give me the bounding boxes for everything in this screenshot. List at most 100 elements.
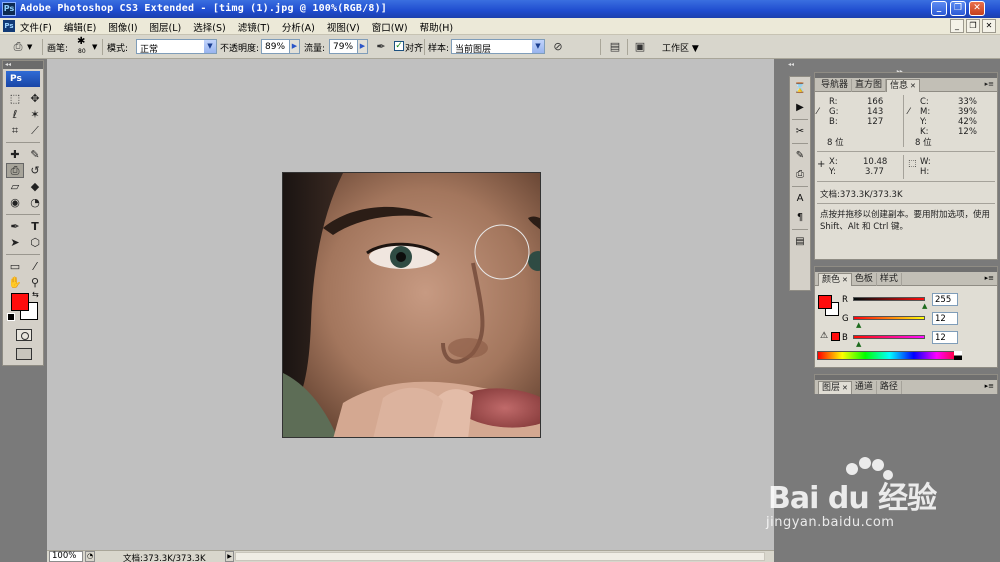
status-menu-icon[interactable]: ◔: [85, 551, 95, 562]
aligned-checkbox[interactable]: ✓: [394, 41, 404, 51]
foreground-color-swatch[interactable]: [11, 293, 29, 311]
restore-button[interactable]: ❐: [950, 1, 966, 16]
mode-dropdown-arrow-icon[interactable]: ▼: [204, 40, 216, 53]
red-slider[interactable]: [853, 297, 925, 301]
layer-comps-panel-icon[interactable]: ▤: [792, 235, 808, 249]
flow-input[interactable]: 79%: [329, 39, 358, 54]
pen-tool-icon[interactable]: ✒: [6, 219, 24, 234]
red-slider-thumb[interactable]: ▲: [922, 302, 927, 310]
bridge-icon[interactable]: ▣: [632, 39, 648, 55]
tab-styles[interactable]: 样式: [877, 273, 902, 286]
menu-image[interactable]: 图像(I): [108, 20, 137, 34]
menu-file[interactable]: 文件(F): [20, 20, 52, 34]
swap-colors-icon[interactable]: ⇆: [32, 290, 39, 299]
lasso-tool-icon[interactable]: ℓ: [6, 107, 24, 122]
tab-channels[interactable]: 通道: [852, 381, 877, 394]
history-brush-tool-icon[interactable]: ↺: [26, 163, 44, 178]
hand-tool-icon[interactable]: ✋: [6, 275, 24, 290]
dock-grip[interactable]: ◂◂ ▸▸: [788, 61, 903, 75]
tab-close-icon[interactable]: ✕: [842, 384, 848, 392]
eyedropper-tool-icon[interactable]: ⁄: [26, 259, 44, 274]
eyedropper-cmyk-icon[interactable]: ⁄: [908, 107, 910, 117]
slice-tool-icon[interactable]: ⟋: [26, 123, 44, 138]
menu-window[interactable]: 窗口(W): [372, 20, 408, 34]
tab-swatches[interactable]: 色板: [852, 273, 877, 286]
move-tool-icon[interactable]: ✥: [26, 91, 44, 106]
document-image[interactable]: [282, 172, 541, 438]
zoom-tool-icon[interactable]: ⚲: [26, 275, 44, 290]
eraser-tool-icon[interactable]: ▱: [6, 179, 24, 194]
clone-stamp-preset-icon[interactable]: ⎙: [10, 39, 26, 55]
magic-wand-tool-icon[interactable]: ✶: [26, 107, 44, 122]
blue-input[interactable]: 12: [932, 331, 958, 344]
horizontal-scrollbar[interactable]: [235, 552, 765, 561]
brush-picker-arrow-icon[interactable]: ▼: [92, 43, 97, 51]
screen-mode-icon[interactable]: [16, 348, 32, 360]
tab-histogram[interactable]: 直方图: [852, 79, 887, 92]
doc-close-button[interactable]: ✕: [982, 19, 996, 33]
character-panel-icon[interactable]: A: [792, 192, 808, 206]
blue-slider-thumb[interactable]: ▲: [856, 340, 861, 348]
shape-tool-icon[interactable]: ⬡: [26, 235, 44, 250]
blue-slider[interactable]: [853, 335, 925, 339]
panel-menu-icon[interactable]: ▸≡: [985, 274, 994, 282]
quick-mask-icon[interactable]: [16, 329, 32, 341]
minimize-button[interactable]: _: [931, 1, 947, 16]
history-panel-icon[interactable]: ⌛: [792, 82, 808, 96]
menu-filter[interactable]: 滤镜(T): [238, 20, 270, 34]
sample-select[interactable]: 当前图层 ▼: [451, 39, 545, 55]
color-spectrum-bar[interactable]: [817, 351, 962, 360]
red-input[interactable]: 255: [932, 293, 958, 306]
tab-close-icon[interactable]: ✕: [910, 82, 916, 90]
menu-help[interactable]: 帮助(H): [420, 20, 454, 34]
close-button[interactable]: ✕: [969, 1, 985, 16]
brush-tip-icon[interactable]: ✱: [77, 36, 85, 47]
opacity-slider-arrow-icon[interactable]: ▶: [289, 39, 300, 54]
notes-tool-icon[interactable]: ▭: [6, 259, 24, 274]
paragraph-panel-icon[interactable]: ¶: [792, 211, 808, 225]
toolbox-logo[interactable]: Ps: [6, 71, 40, 87]
menu-select[interactable]: 选择(S): [193, 20, 225, 34]
tab-close-icon[interactable]: ✕: [842, 276, 848, 284]
clone-source-panel-icon[interactable]: ⎙: [792, 168, 808, 182]
mode-select[interactable]: 正常 ▼: [136, 39, 217, 55]
type-tool-icon[interactable]: T: [26, 219, 44, 234]
toolbox-grip[interactable]: ◂◂: [3, 61, 43, 69]
menu-layer[interactable]: 图层(L): [150, 20, 182, 34]
brushes-panel-icon[interactable]: ✎: [792, 149, 808, 163]
flow-slider-arrow-icon[interactable]: ▶: [357, 39, 368, 54]
menu-analysis[interactable]: 分析(A): [282, 20, 315, 34]
clone-stamp-tool-icon[interactable]: ⎙: [6, 163, 24, 178]
default-colors-icon[interactable]: [7, 313, 15, 321]
tab-color[interactable]: 颜色 ✕: [818, 273, 852, 286]
tab-info[interactable]: 信息 ✕: [886, 79, 920, 92]
tab-layers[interactable]: 图层 ✕: [818, 381, 852, 394]
brush-tool-icon[interactable]: ✎: [26, 147, 44, 162]
panel-foreground-swatch[interactable]: [818, 295, 832, 309]
panel-menu-icon[interactable]: ▸≡: [985, 80, 994, 88]
crop-tool-icon[interactable]: ⌗: [6, 123, 24, 138]
preset-arrow-icon[interactable]: ▼: [27, 43, 32, 51]
tab-navigator[interactable]: 导航器: [818, 79, 853, 92]
ps-menu-icon[interactable]: Ps: [3, 20, 15, 32]
dodge-tool-icon[interactable]: ◔: [26, 195, 44, 210]
opacity-input[interactable]: 89%: [261, 39, 290, 54]
menu-edit[interactable]: 编辑(E): [64, 20, 96, 34]
panel-menu-icon[interactable]: ▸≡: [985, 382, 994, 390]
green-slider-thumb[interactable]: ▲: [856, 321, 861, 329]
zoom-level-input[interactable]: 100%: [49, 551, 83, 562]
healing-brush-tool-icon[interactable]: ✚: [6, 147, 24, 162]
workspace-menu[interactable]: 工作区 ▼: [662, 41, 699, 54]
paint-bucket-tool-icon[interactable]: ◆: [26, 179, 44, 194]
eyedropper-icon[interactable]: ⁄: [817, 107, 819, 117]
path-selection-tool-icon[interactable]: ➤: [6, 235, 24, 250]
menu-view[interactable]: 视图(V): [327, 20, 360, 34]
sample-dropdown-arrow-icon[interactable]: ▼: [532, 40, 544, 53]
blur-tool-icon[interactable]: ◉: [6, 195, 24, 210]
status-arrow-icon[interactable]: ▶: [225, 551, 234, 562]
tab-paths[interactable]: 路径: [877, 381, 902, 394]
ignore-adjustment-layers-icon[interactable]: ⊘: [550, 39, 566, 55]
airbrush-icon[interactable]: ✒: [373, 39, 389, 55]
marquee-tool-icon[interactable]: ⬚: [6, 91, 24, 106]
palette-well-icon[interactable]: ▤: [607, 39, 623, 55]
